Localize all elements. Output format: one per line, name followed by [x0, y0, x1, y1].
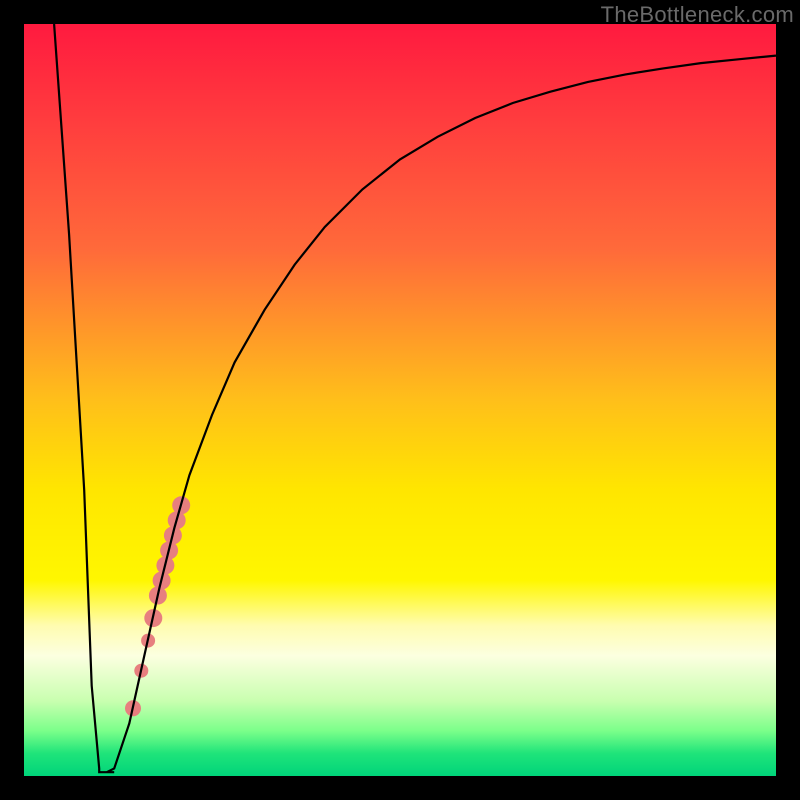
- chart-svg: [24, 24, 776, 776]
- plot-area: [24, 24, 776, 776]
- gradient-background: [24, 24, 776, 776]
- watermark-text: TheBottleneck.com: [601, 2, 794, 28]
- chart-frame: TheBottleneck.com: [0, 0, 800, 800]
